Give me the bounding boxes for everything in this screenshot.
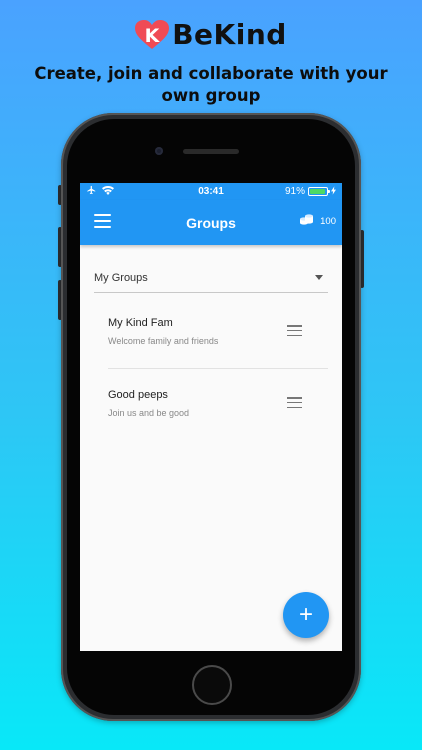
group-title: Good peeps xyxy=(108,389,168,401)
group-filter-value: My Groups xyxy=(94,271,148,284)
brand-header: K BeKind xyxy=(0,18,422,51)
menu-icon[interactable] xyxy=(94,214,111,228)
group-subtitle: Welcome family and friends xyxy=(108,336,219,346)
tagline: Create, join and collaborate with your o… xyxy=(34,64,388,105)
chevron-down-icon xyxy=(315,275,323,280)
app-bar: Groups 100 xyxy=(80,200,342,245)
status-time: 03:41 xyxy=(198,186,224,197)
app-screen: 03:41 91% Groups 100 My Groups My Kind F… xyxy=(80,183,342,651)
brand-name: BeKind xyxy=(172,18,287,51)
group-subtitle: Join us and be good xyxy=(108,408,190,418)
heart-logo-icon: K xyxy=(135,19,170,50)
status-bar: 03:41 91% xyxy=(80,183,342,200)
group-title: My Kind Fam xyxy=(108,317,173,329)
logo-letter: K xyxy=(145,25,161,47)
coins-icon xyxy=(300,214,314,228)
battery-icon xyxy=(308,187,330,196)
coins-balance[interactable]: 100 xyxy=(300,214,336,228)
groups-list: My Kind Fam Welcome family and friends G… xyxy=(80,305,342,449)
group-list-item[interactable]: Good peeps Join us and be good xyxy=(80,377,342,449)
group-filter-dropdown[interactable]: My Groups xyxy=(94,263,328,293)
front-camera xyxy=(155,147,163,155)
group-list-item[interactable]: My Kind Fam Welcome family and friends xyxy=(80,305,342,377)
earpiece-speaker xyxy=(183,149,239,154)
add-group-button[interactable]: + xyxy=(283,592,329,638)
list-divider xyxy=(108,368,328,369)
drag-handle-icon[interactable] xyxy=(287,325,302,339)
plus-icon: + xyxy=(298,601,313,628)
coins-count: 100 xyxy=(320,215,336,227)
drag-handle-icon[interactable] xyxy=(287,397,302,411)
home-button[interactable] xyxy=(192,665,232,705)
